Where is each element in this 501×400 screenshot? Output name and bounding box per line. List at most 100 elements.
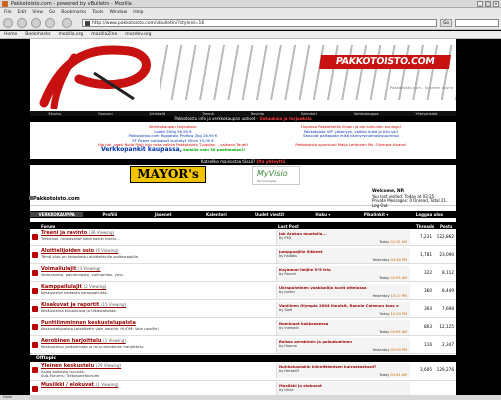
last-post-title[interactable]: Jak Arokan muotoilu... [279, 231, 399, 236]
forum-row[interactable]: Yleinen keskustelu (29 Viewing) Asiaa ka… [30, 362, 456, 381]
post-count: 8,112 [442, 270, 454, 275]
last-post-author[interactable]: by Hexa [279, 388, 293, 392]
thread-count: 3,605 [420, 367, 432, 372]
tab-verkkokauppa[interactable]: VERKKOKAUPPA [30, 212, 84, 217]
menu-edit[interactable]: Edit [18, 10, 27, 15]
menu-tools[interactable]: Tools [92, 10, 103, 15]
myvisio-ad-title: MyVisio [257, 169, 288, 178]
reload-button[interactable] [31, 18, 41, 28]
myvisio-ad[interactable]: MyVisio Technologies [252, 166, 300, 185]
maximize-button[interactable]: □ [485, 1, 491, 7]
forum-name: Musiikki / elokuvat (1 Viewing) [41, 382, 118, 388]
last-post-title[interactable]: Musiikki ja elokuvat [279, 383, 399, 388]
tab-haku[interactable]: Haku ▾ [296, 212, 349, 217]
menu-bookmarks[interactable]: Bookmarks [61, 10, 86, 15]
forum-status-icon [32, 367, 38, 373]
home-button[interactable] [62, 18, 72, 28]
last-post-author[interactable]: by Rancel [279, 272, 296, 276]
forum-row[interactable]: Treeni ja ravinto (36 Viewing) Treenaus,… [30, 229, 456, 246]
tab-uudet-viestit[interactable]: Uudet viestit [243, 212, 296, 217]
promo-bank-text[interactable]: Verkkopankit kaupassa, [101, 146, 182, 153]
last-post-day: Yesterday [372, 258, 390, 262]
thread-count: 116 [424, 342, 432, 347]
site-nav-item[interactable]: Etusivu [48, 112, 61, 116]
promo-link[interactable]: Pakkotoisto sponsoroi Maija Lehtonen Ms.… [262, 142, 440, 148]
site-nav-item[interactable]: Yhteystiedot [415, 112, 437, 116]
forum-row[interactable]: Kamppailulajit (2 Viewing) Keskustelut k… [30, 283, 456, 300]
address-bar[interactable]: http://www.pakkotoisto.com/vbulletin/?st… [82, 19, 437, 27]
bookmark-home[interactable]: Home [4, 32, 17, 37]
forum-row[interactable]: Aerobinen harjoittelu (1 Viewing) Keskus… [30, 337, 456, 354]
bookmark-mozillazine[interactable]: mozillaZine [91, 32, 117, 37]
menu-file[interactable]: File [4, 10, 12, 15]
logout-link[interactable]: Log Out [372, 203, 388, 208]
site-nav-item[interactable]: Treenit [202, 112, 214, 116]
site-nav-item[interactable]: Kalenteri [301, 112, 317, 116]
promo-contact-link[interactable]: Ota yhteyttä [256, 159, 285, 164]
bookmark-mozilla[interactable]: mozilla.org [58, 32, 83, 37]
site-nav-item[interactable]: Foorumi [98, 112, 112, 116]
tab-profiili[interactable]: Profiili [83, 212, 136, 217]
site-nav-item[interactable]: Verkkokauppa [354, 112, 379, 116]
forum-row[interactable]: Musiikki / elokuvat (1 Viewing) Musiikki… [30, 381, 456, 395]
post-count: 8,449 [442, 288, 454, 293]
thread-count: 322 [424, 270, 432, 275]
site-nav-item[interactable]: Ravinto [251, 112, 264, 116]
menu-window[interactable]: Window [109, 10, 127, 15]
last-post-day: Today [379, 373, 390, 377]
last-post-author[interactable]: by PXX [279, 236, 291, 240]
forum-row[interactable]: Kisakuvat ja raportit (15 Viewing) Kesku… [30, 301, 456, 318]
last-post-title[interactable]: Kayamon-ileijile 5*5 trio [279, 267, 399, 272]
last-post-author[interactable]: by Stefi [279, 308, 292, 312]
last-post-author[interactable]: by Hooma [279, 344, 297, 348]
last-post-author[interactable]: by Herbell3 [279, 369, 299, 373]
site-nav-item[interactable]: Artikkelit [150, 112, 166, 116]
last-post-author[interactable]: by Inerkadi [279, 326, 299, 330]
forum-row[interactable]: Aloittelijoiden osio (6 Viewing) Tämä al… [30, 247, 456, 264]
forum-table-header: Forum Last Post Threads Posts [30, 222, 456, 229]
bookmark-mozdev[interactable]: mozdev.org [125, 32, 151, 37]
forward-button[interactable] [17, 18, 27, 28]
last-post-title[interactable]: Ukrapaheinen vaakkailija kuvit ottelussa [279, 285, 399, 290]
tab-loggaa-ulos[interactable]: Loggaa ulos [403, 212, 456, 217]
last-post-author[interactable]: by Jonesi [279, 290, 295, 294]
last-post-day: Today [379, 276, 390, 280]
bookmark-bookmarks[interactable]: Bookmarks [25, 32, 50, 37]
minimize-button[interactable]: _ [477, 1, 483, 7]
forum-description: Tämä alue on tarkoitettu aloitteleville … [41, 254, 140, 259]
status-bar: Done [0, 395, 501, 400]
menu-go[interactable]: Go [49, 10, 55, 15]
forum-status-icon [32, 234, 38, 240]
promo-top-link[interactable]: Uutuuksia ja tarjouksia [259, 116, 311, 121]
forum-title[interactable]: Pakkotoisto.com [33, 196, 80, 202]
stop-button[interactable] [45, 18, 55, 28]
last-post-day: Today [379, 312, 390, 316]
last-post-title[interactable]: Raissa aerobinen ja palautuminen [279, 339, 399, 344]
last-post-author[interactable]: by halibbu [279, 254, 297, 258]
search-box[interactable] [455, 19, 499, 27]
post-count: 122,862 [436, 234, 454, 239]
forum-description: Keskustelupalsta tarkoitettu vain naisil… [41, 326, 160, 331]
go-button[interactable]: Go [440, 19, 452, 27]
category-header[interactable]: Offtopic [30, 355, 456, 362]
menu-view[interactable]: View [32, 10, 43, 15]
promo-link[interactable]: Sanovat palkapata mikä kännyrsinomoshsuu… [262, 134, 440, 139]
forum-row[interactable]: Punttiimminnen keskustelupalsta Keskuste… [30, 319, 456, 336]
close-button[interactable]: × [493, 1, 499, 7]
tab-kalenteri[interactable]: Kalenteri [190, 212, 243, 217]
menu-help[interactable]: Help [133, 10, 143, 15]
forum-name-link[interactable]: Musiikki / elokuvat [41, 382, 94, 388]
last-post-date: Today 02:09 AM [379, 276, 407, 280]
back-button[interactable] [3, 18, 13, 28]
promo-shipping-text[interactable]: kaikille vain 3€ postimaksu!! [183, 147, 245, 152]
banner-subtitle: Pakkotoisto.com - Suomen suurin [390, 85, 454, 90]
sub-forums[interactable]: Sub-Forums: Tietokonefoorumi [41, 373, 251, 378]
tab-jasenet[interactable]: Jäsenet [137, 212, 190, 217]
mayors-ad[interactable]: MAYOR's [130, 166, 206, 183]
tab-pikalinkit[interactable]: Pikalinkit ▾ [350, 212, 403, 217]
last-post: Jak Arokan muotoilu... by PXX Today 04:1… [276, 230, 410, 245]
last-post-title[interactable]: Vanllinen Olympia 2004 ilmaisit, Ronnie … [279, 303, 399, 308]
forum-row[interactable]: Voimailulajit (3 Viewing) Voimanosto, pa… [30, 265, 456, 282]
last-post-time: 04:48 PM [390, 258, 407, 262]
site-logo[interactable]: PAKKOTOISTO.COM [319, 55, 451, 69]
